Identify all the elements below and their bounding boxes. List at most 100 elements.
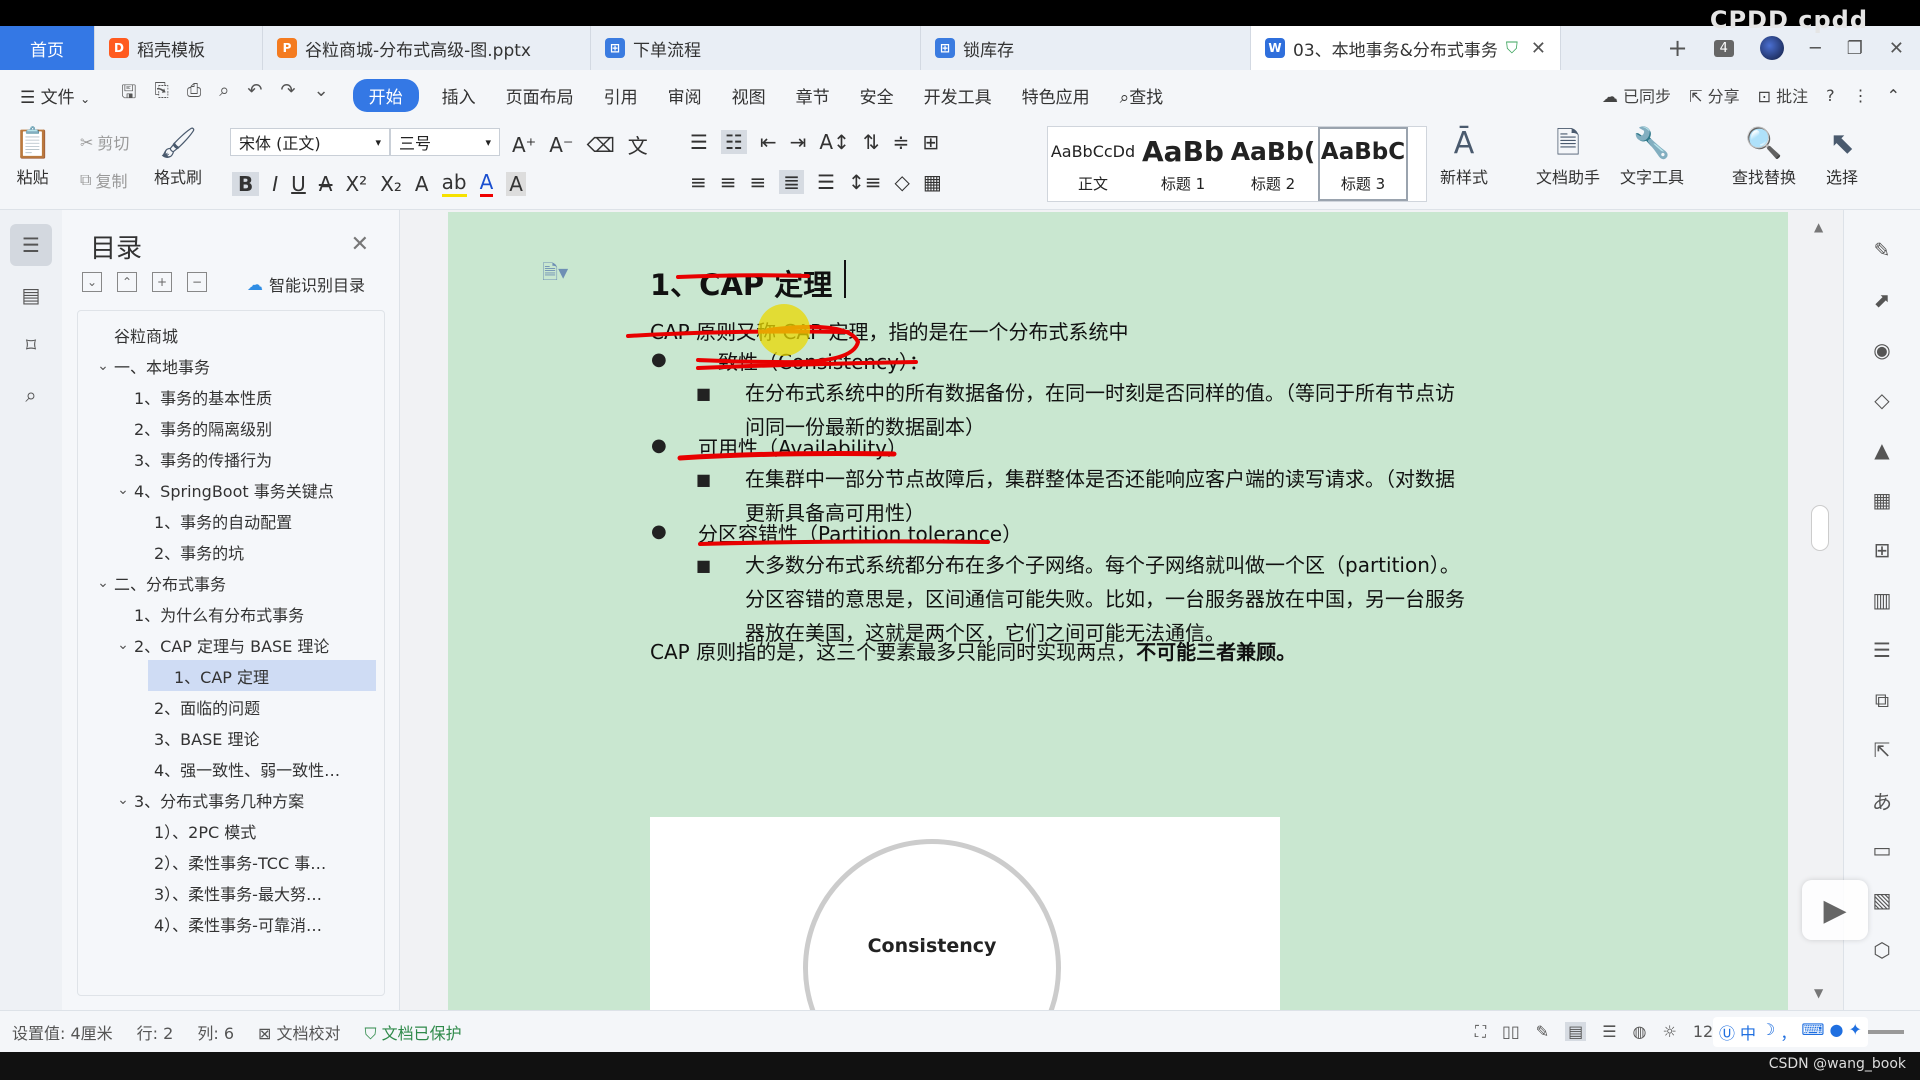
share-icon[interactable]: ⇱: [1862, 730, 1902, 770]
protected-status[interactable]: ⛉ 文档已保护: [353, 1020, 474, 1044]
style-heading-1[interactable]: AaBb 标题 1: [1138, 127, 1228, 201]
proofread-button[interactable]: ⊠ 文档校对: [246, 1020, 353, 1044]
toc-icon[interactable]: ☰: [10, 224, 52, 266]
print-icon[interactable]: ⎙: [187, 80, 201, 110]
play-icon[interactable]: ▶: [1802, 880, 1868, 940]
select-button[interactable]: ⬉ 选择: [1826, 124, 1858, 188]
tab-count-badge[interactable]: 4: [1713, 39, 1734, 57]
scroll-up-icon[interactable]: ▲: [1814, 220, 1823, 234]
toc-item[interactable]: 3、BASE 理论: [78, 722, 384, 753]
font-size-select[interactable]: 三号 ▾: [390, 128, 500, 156]
toc-item[interactable]: 1、事务的自动配置: [78, 505, 384, 536]
window-close-icon[interactable]: ✕: [1889, 38, 1904, 59]
menu-special-apps[interactable]: 特色应用: [1007, 83, 1105, 108]
badge-icon[interactable]: ⬡: [1862, 930, 1902, 970]
tab-home[interactable]: 首页: [0, 26, 95, 70]
file-menu[interactable]: ☰ 文件 ⌄: [0, 83, 105, 108]
toc-item[interactable]: 3）、柔性事务-最大努…: [78, 877, 384, 908]
style-heading-3[interactable]: AaBbC 标题 3: [1318, 127, 1408, 201]
bullet-list-icon[interactable]: ☰: [690, 130, 708, 154]
avatar[interactable]: [1759, 36, 1784, 60]
archive-icon[interactable]: ▭: [1862, 830, 1902, 870]
bold-icon[interactable]: B: [232, 171, 260, 196]
collapse-all-icon[interactable]: ⌃: [117, 272, 137, 292]
outline-view-icon[interactable]: ☰: [1602, 1022, 1616, 1041]
highlight-icon[interactable]: ab: [441, 170, 467, 197]
redo-icon[interactable]: ↷: [280, 80, 295, 110]
toc-item[interactable]: 1、事务的基本性质: [78, 381, 384, 412]
web-view-icon[interactable]: ◍: [1633, 1022, 1647, 1041]
print-preview-icon[interactable]: ⌕: [219, 80, 229, 110]
grow-font-icon[interactable]: A⁺: [512, 133, 536, 157]
menu-chapter[interactable]: 章节: [781, 83, 845, 108]
close-icon[interactable]: ✕: [351, 232, 369, 257]
cut-button[interactable]: ✂ 剪切: [80, 130, 129, 154]
align-left-icon[interactable]: ≡: [690, 170, 707, 194]
document-page[interactable]: 🗎▾ 1、CAP 定理 CAP 原则又称 CAP 定理，指的是在一个分布式系统中…: [448, 212, 1788, 1010]
table-borders-icon[interactable]: ⊞: [922, 130, 939, 154]
ime-toolbar[interactable]: Ⓤ 中 ☽ ， ⌨ ● ✦: [1713, 1017, 1868, 1047]
borders-icon[interactable]: ▦: [923, 170, 942, 194]
page-view-icon[interactable]: ▤: [1565, 1022, 1587, 1041]
sync-button[interactable]: ☁ 已同步: [1602, 83, 1671, 107]
char-shading-icon[interactable]: A: [506, 171, 526, 196]
chart-icon[interactable]: ▥: [1862, 580, 1902, 620]
toc-item[interactable]: ⌄ 二、分布式事务: [78, 567, 384, 598]
menu-security[interactable]: 安全: [845, 83, 909, 108]
close-icon[interactable]: ✕: [1531, 38, 1546, 59]
line-spacing-icon[interactable]: ↕≡: [848, 170, 882, 194]
sort-icon[interactable]: ⇅: [863, 130, 880, 154]
strikethrough-icon[interactable]: A: [319, 172, 333, 196]
share-button[interactable]: ⇱ 分享: [1689, 83, 1740, 107]
export-icon[interactable]: ⎘: [154, 80, 168, 110]
image-icon[interactable]: ⧉: [1862, 680, 1902, 720]
toc-item[interactable]: 2、事务的隔离级别: [78, 412, 384, 443]
toc-item[interactable]: 1）、2PC 模式: [78, 815, 384, 846]
copy-button[interactable]: ⧉ 复制: [80, 168, 127, 192]
spacing-icon[interactable]: ≑: [893, 130, 910, 154]
setting-value[interactable]: 设置值: 4厘米: [0, 1020, 125, 1044]
shrink-font-icon[interactable]: A⁻: [549, 133, 573, 157]
toc-item[interactable]: 4、强一致性、弱一致性…: [78, 753, 384, 784]
format-painter-button[interactable]: 🖌 格式刷: [154, 124, 202, 188]
menu-review[interactable]: 审阅: [653, 83, 717, 108]
add-item-icon[interactable]: +: [152, 272, 172, 292]
distribute-icon[interactable]: ☰: [817, 170, 835, 194]
comment-button[interactable]: ⊡ 批注: [1758, 83, 1809, 107]
toc-item[interactable]: 2、事务的坑: [78, 536, 384, 567]
tab-order-flow[interactable]: ⊞ 下单流程: [591, 26, 921, 70]
write-mode-icon[interactable]: ✎: [1536, 1022, 1549, 1041]
collapse-ribbon-icon[interactable]: ⌃: [1887, 86, 1900, 105]
chevron-down-icon[interactable]: ⌄: [112, 637, 134, 653]
read-mode-icon[interactable]: ▯▯: [1502, 1022, 1520, 1041]
toc-item[interactable]: ⌄ 3、分布式事务几种方案: [78, 784, 384, 815]
toc-item[interactable]: ⌄ 一、本地事务: [78, 350, 384, 381]
style-heading-2[interactable]: AaBb( 标题 2: [1228, 127, 1318, 201]
fullscreen-icon[interactable]: ⛶: [1475, 1022, 1486, 1042]
superscript-icon[interactable]: X²: [345, 172, 367, 196]
toc-item[interactable]: 2、面临的问题: [78, 691, 384, 722]
new-tab-icon[interactable]: +: [1668, 34, 1688, 62]
find-replace-button[interactable]: 🔍 查找替换: [1732, 124, 1796, 188]
shapes-icon[interactable]: ◇: [1862, 380, 1902, 420]
chapter-icon[interactable]: ▤: [10, 274, 52, 316]
toc-item[interactable]: 3、事务的传播行为: [78, 443, 384, 474]
numbered-list-icon[interactable]: ☷: [720, 130, 747, 154]
increase-indent-icon[interactable]: ⇥: [790, 130, 807, 154]
paste-button[interactable]: 📋 粘贴: [14, 124, 51, 188]
tab-docer[interactable]: D 稻壳模板: [95, 26, 263, 70]
toc-item[interactable]: 4）、柔性事务-可靠消…: [78, 908, 384, 939]
decrease-indent-icon[interactable]: ⇤: [760, 130, 777, 154]
menu-search[interactable]: ⌕查找: [1105, 83, 1179, 108]
settings-icon[interactable]: ☰: [1862, 630, 1902, 670]
customize-icon[interactable]: ⌄: [314, 80, 329, 110]
toc-item[interactable]: 1、为什么有分布式事务: [78, 598, 384, 629]
picture-icon[interactable]: ▧: [1862, 880, 1902, 920]
fill-icon[interactable]: ▲: [1862, 430, 1902, 470]
font-name-select[interactable]: 宋体 (正文) ▾: [230, 128, 390, 156]
help-icon[interactable]: ?: [1826, 86, 1835, 105]
chevron-down-icon[interactable]: ⌄: [112, 482, 134, 498]
align-right-icon[interactable]: ≡: [750, 170, 767, 194]
pointer-icon[interactable]: ⬈: [1862, 280, 1902, 320]
tab-pptx[interactable]: P 谷粒商城-分布式高级-图.pptx: [263, 26, 591, 70]
